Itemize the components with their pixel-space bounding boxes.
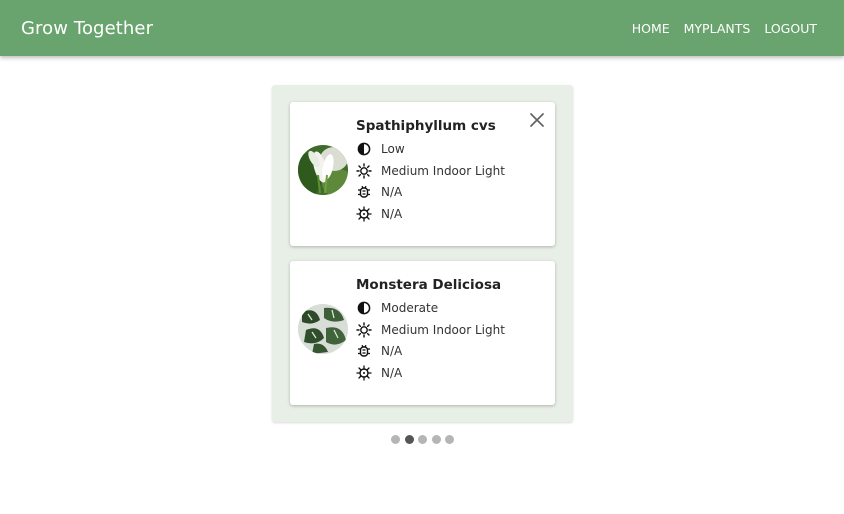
plant-name: Monstera Deliciosa <box>356 277 502 293</box>
water-attribute: Low <box>356 140 405 158</box>
pagination-dot[interactable] <box>431 435 441 444</box>
pagination-dot[interactable] <box>404 435 414 444</box>
plant-card[interactable]: Monstera Deliciosa Moderate Medium Indoo… <box>290 261 555 405</box>
carousel-pagination <box>391 435 455 444</box>
contrast-half-circle-icon <box>356 141 372 157</box>
bug-icon <box>356 184 372 200</box>
close-icon[interactable] <box>527 110 547 130</box>
light-value: Medium Indoor Light <box>381 164 505 178</box>
light-value: Medium Indoor Light <box>381 323 505 337</box>
nav-myplants-link[interactable]: MYPLANTS <box>677 21 758 36</box>
virus-icon <box>356 365 372 381</box>
pests-value: N/A <box>381 185 403 199</box>
sun-icon <box>356 163 372 179</box>
light-attribute: Medium Indoor Light <box>356 321 505 339</box>
water-value: Moderate <box>381 301 439 315</box>
virus-icon <box>356 206 372 222</box>
light-attribute: Medium Indoor Light <box>356 162 505 180</box>
pests-value: N/A <box>381 344 403 358</box>
plant-card[interactable]: Spathiphyllum cvs Low Medium Indoor Ligh… <box>290 102 555 246</box>
disease-attribute: N/A <box>356 364 402 382</box>
pests-attribute: N/A <box>356 183 402 201</box>
main-nav: HOME MYPLANTS LOGOUT <box>625 21 824 36</box>
contrast-half-circle-icon <box>356 300 372 316</box>
pagination-dot[interactable] <box>418 435 428 444</box>
plant-name: Spathiphyllum cvs <box>356 118 496 134</box>
monstera-photo <box>298 304 348 354</box>
nav-logout-link[interactable]: LOGOUT <box>757 21 824 36</box>
sun-icon <box>356 322 372 338</box>
bug-icon <box>356 343 372 359</box>
pests-attribute: N/A <box>356 342 402 360</box>
disease-attribute: N/A <box>356 205 402 223</box>
disease-value: N/A <box>381 366 403 380</box>
pagination-dot[interactable] <box>445 435 455 444</box>
nav-home-link[interactable]: HOME <box>625 21 677 36</box>
disease-value: N/A <box>381 207 403 221</box>
peace-lily-photo <box>298 145 348 195</box>
plant-carousel-panel: Spathiphyllum cvs Low Medium Indoor Ligh… <box>272 85 573 422</box>
water-value: Low <box>381 142 405 156</box>
pagination-dot[interactable] <box>391 435 400 444</box>
brand-title[interactable]: Grow Together <box>21 18 153 39</box>
water-attribute: Moderate <box>356 299 438 317</box>
app-bar: Grow Together HOME MYPLANTS LOGOUT <box>0 0 844 56</box>
